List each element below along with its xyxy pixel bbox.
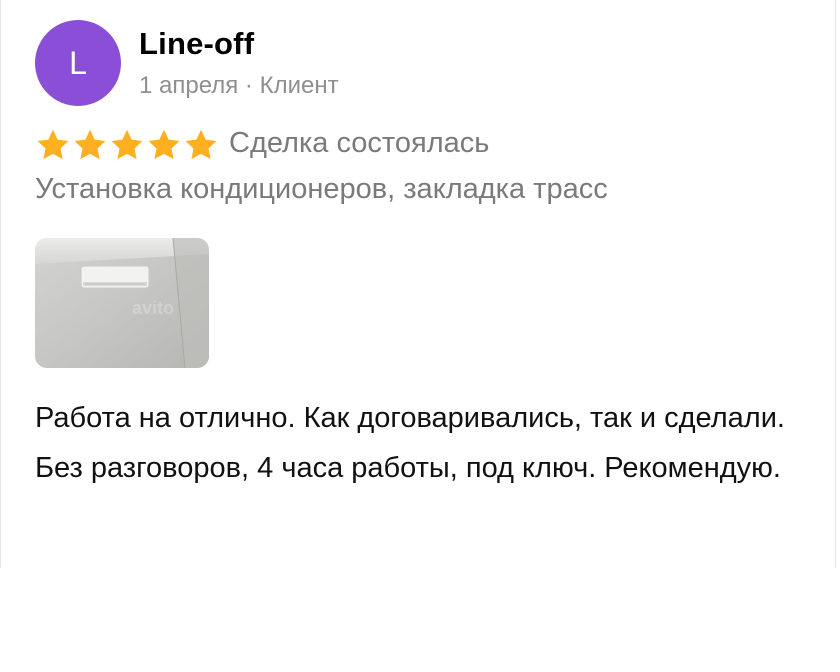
star-icon	[111, 129, 143, 160]
star-icon	[74, 129, 106, 160]
deal-status: Сделка состоялась	[229, 127, 490, 159]
air-conditioner-icon: avito	[35, 238, 209, 368]
review-text: Работа на отлично. Как договаривались, т…	[35, 402, 785, 484]
star-icon	[148, 129, 180, 160]
avatar[interactable]: L	[35, 20, 121, 106]
rating-stars	[35, 126, 220, 164]
star-icon	[185, 129, 217, 160]
author-name[interactable]: Line-off	[139, 26, 254, 62]
avatar-initial: L	[69, 44, 87, 81]
svg-text:avito: avito	[132, 298, 174, 318]
review-card: L Line-off 1 апреля · Клиент Сделка сост…	[0, 0, 836, 568]
star-icon	[37, 129, 69, 160]
review-photo[interactable]: avito	[35, 238, 209, 368]
service-name: Установка кондиционеров, закладка трасс	[35, 173, 608, 205]
review-meta: 1 апреля · Клиент	[139, 72, 339, 99]
